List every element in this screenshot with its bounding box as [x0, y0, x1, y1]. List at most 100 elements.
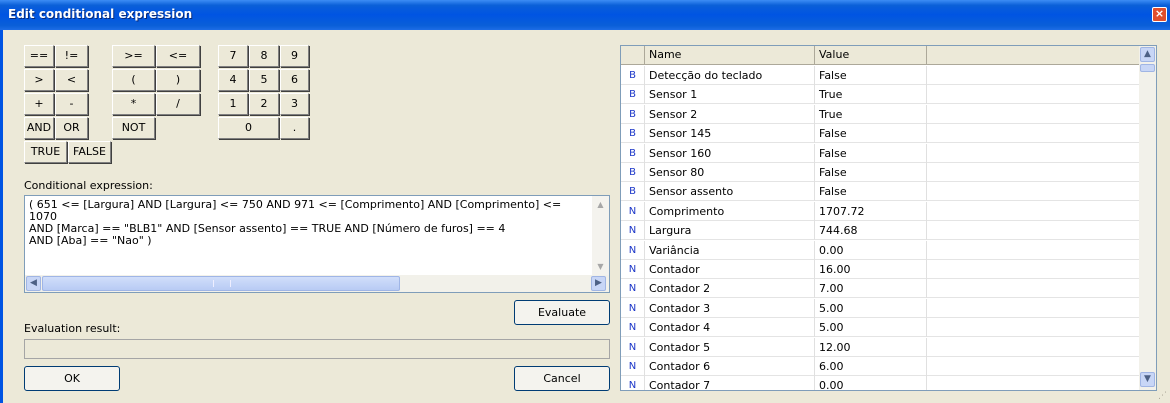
variable-value: 6.00 — [815, 357, 927, 376]
variable-extra-cell — [927, 66, 1141, 85]
digit-8-button[interactable]: 8 — [249, 45, 279, 67]
variable-type-icon: N — [621, 201, 645, 221]
digit-2-button[interactable]: 2 — [249, 93, 279, 115]
variable-name: Sensor assento — [645, 182, 815, 202]
variable-row[interactable]: N Contador 3 5.00 — [621, 298, 1141, 318]
variable-type-icon: N — [621, 337, 645, 357]
variable-type-icon: B — [621, 104, 645, 124]
evaluate-button[interactable]: Evaluate — [514, 300, 610, 325]
variable-type-icon: N — [621, 298, 645, 318]
expression-horizontal-scrollbar[interactable]: ◀ ▶ — [25, 275, 609, 292]
variable-name: Sensor 80 — [645, 163, 815, 182]
variable-row[interactable]: B Sensor 145 False — [621, 124, 1141, 144]
variable-row[interactable]: B Sensor assento False — [621, 182, 1141, 202]
name-column-header[interactable]: Name — [645, 46, 815, 65]
scroll-up-icon[interactable]: ▲ — [1140, 47, 1155, 62]
digit-5-button[interactable]: 5 — [249, 69, 279, 91]
digit-1-button[interactable]: 1 — [218, 93, 248, 115]
variable-type-icon: B — [621, 85, 645, 105]
scroll-thumb[interactable] — [1140, 64, 1155, 72]
variable-type-icon: N — [621, 357, 645, 376]
variable-row[interactable]: N Variância 0.00 — [621, 240, 1141, 260]
op-multiply-button[interactable]: * — [112, 93, 155, 115]
scroll-left-icon[interactable]: ◀ — [26, 276, 41, 291]
close-button[interactable]: × — [1152, 7, 1167, 22]
title-bar[interactable]: Edit conditional expression × — [0, 0, 1170, 30]
variable-name: Contador — [645, 260, 815, 279]
variable-row[interactable]: N Contador 5 12.00 — [621, 337, 1141, 357]
variable-name: Contador 7 — [645, 376, 815, 390]
variable-row[interactable]: N Contador 2 7.00 — [621, 279, 1141, 299]
op-not-button[interactable]: NOT — [112, 117, 155, 139]
variable-row[interactable]: N Contador 7 0.00 — [621, 376, 1141, 390]
variable-row[interactable]: B Sensor 80 False — [621, 163, 1141, 182]
variable-extra-cell — [927, 357, 1141, 376]
variable-name: Contador 4 — [645, 318, 815, 338]
variable-extra-cell — [927, 240, 1141, 260]
op-gt-button[interactable]: > — [24, 69, 54, 91]
variable-type-icon: N — [621, 260, 645, 279]
scroll-thumb[interactable] — [42, 276, 400, 291]
evaluation-result-field — [24, 339, 610, 359]
variable-name: Sensor 2 — [645, 104, 815, 124]
variable-name: Sensor 145 — [645, 124, 815, 144]
variable-value: True — [815, 104, 927, 124]
variable-value: True — [815, 85, 927, 105]
variable-row[interactable]: N Contador 16.00 — [621, 260, 1141, 279]
op-true-button[interactable]: TRUE — [24, 141, 67, 163]
scroll-down-icon[interactable]: ▼ — [593, 259, 608, 274]
variable-value: 0.00 — [815, 376, 927, 390]
expression-vertical-scrollbar[interactable]: ▲ ▼ — [592, 196, 609, 276]
resize-grip-icon[interactable]: ⋰ — [1158, 391, 1168, 401]
cancel-button[interactable]: Cancel — [514, 366, 610, 391]
op-open-paren-button[interactable]: ( — [112, 69, 155, 91]
variable-extra-cell — [927, 279, 1141, 299]
digit-0-button[interactable]: 0 — [218, 117, 279, 139]
variable-extra-cell — [927, 143, 1141, 163]
op-lt-button[interactable]: < — [55, 69, 88, 91]
variable-row[interactable]: N Comprimento 1707.72 — [621, 201, 1141, 221]
value-column-header[interactable]: Value — [815, 46, 927, 65]
variable-value: 744.68 — [815, 221, 927, 241]
op-not-equal-button[interactable]: != — [55, 45, 88, 67]
scroll-up-icon[interactable]: ▲ — [593, 197, 608, 212]
variable-name: Largura — [645, 221, 815, 241]
expression-textarea[interactable]: ( 651 <= [Largura] AND [Largura] <= 750 … — [24, 195, 610, 293]
variable-row[interactable]: N Largura 744.68 — [621, 221, 1141, 241]
variable-row[interactable]: N Contador 6 6.00 — [621, 357, 1141, 376]
variable-name: Contador 5 — [645, 337, 815, 357]
variable-name: Sensor 1 — [645, 85, 815, 105]
digit-4-button[interactable]: 4 — [218, 69, 248, 91]
decimal-point-button[interactable]: . — [280, 117, 309, 139]
op-lte-button[interactable]: <= — [156, 45, 200, 67]
digit-6-button[interactable]: 6 — [280, 69, 309, 91]
op-or-button[interactable]: OR — [55, 117, 88, 139]
variable-name: Comprimento — [645, 201, 815, 221]
variable-row[interactable]: B Sensor 1 True — [621, 85, 1141, 105]
variable-row[interactable]: B Sensor 160 False — [621, 143, 1141, 163]
scroll-down-icon[interactable]: ▼ — [1140, 372, 1155, 387]
digit-3-button[interactable]: 3 — [280, 93, 309, 115]
variable-row[interactable]: B Sensor 2 True — [621, 104, 1141, 124]
op-divide-button[interactable]: / — [156, 93, 200, 115]
op-false-button[interactable]: FALSE — [68, 141, 111, 163]
grid-header: Name Value — [621, 46, 1141, 65]
digit-9-button[interactable]: 9 — [280, 45, 309, 67]
ok-button[interactable]: OK — [24, 366, 120, 391]
op-close-paren-button[interactable]: ) — [156, 69, 200, 91]
variable-type-icon: B — [621, 143, 645, 163]
variable-type-icon: B — [621, 66, 645, 85]
variable-type-icon: B — [621, 182, 645, 202]
scroll-right-icon[interactable]: ▶ — [591, 276, 606, 291]
op-minus-button[interactable]: - — [55, 93, 88, 115]
variable-row[interactable]: N Contador 4 5.00 — [621, 318, 1141, 338]
op-gte-button[interactable]: >= — [112, 45, 155, 67]
variable-row[interactable]: B Detecção do teclado False — [621, 66, 1141, 85]
digit-7-button[interactable]: 7 — [218, 45, 248, 67]
op-and-button[interactable]: AND — [24, 117, 54, 139]
op-plus-button[interactable]: + — [24, 93, 54, 115]
grid-vertical-scrollbar[interactable]: ▲ ▼ — [1139, 46, 1156, 390]
expression-text: ( 651 <= [Largura] AND [Largura] <= 750 … — [29, 199, 585, 247]
variable-extra-cell — [927, 124, 1141, 144]
op-equal-button[interactable]: == — [24, 45, 54, 67]
